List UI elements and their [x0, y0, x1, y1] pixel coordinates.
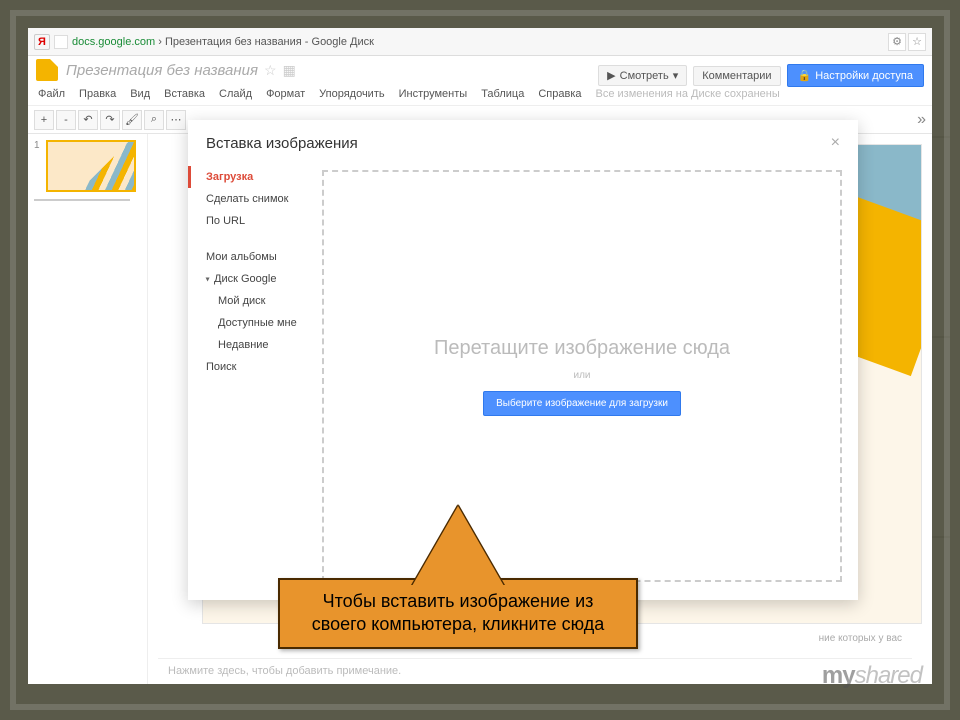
browser-window: Я docs.google.com › Презентация без назв…: [28, 28, 932, 684]
chevron-down-icon: ▾: [673, 69, 679, 82]
save-status: Все изменения на Диске сохранены: [596, 88, 780, 100]
paint-format-button[interactable]: 🖌: [122, 110, 142, 130]
play-icon: ▶: [607, 69, 615, 82]
menu-arrange[interactable]: Упорядочить: [319, 88, 384, 100]
menu-insert[interactable]: Вставка: [164, 88, 205, 100]
share-button[interactable]: 🔒 Настройки доступа: [787, 64, 924, 87]
url-separator: ›: [155, 36, 165, 48]
slide-thumbnails-panel: 1: [28, 134, 148, 684]
menu-table[interactable]: Таблица: [481, 88, 524, 100]
bookmark-star-icon[interactable]: ☆: [908, 33, 926, 51]
share-label: Настройки доступа: [815, 70, 913, 82]
dropzone-text: Перетащите изображение сюда: [434, 337, 730, 360]
menu-edit[interactable]: Правка: [79, 88, 116, 100]
choose-file-button[interactable]: Выберите изображение для загрузки: [483, 391, 681, 416]
close-icon[interactable]: ×: [831, 134, 840, 152]
lock-icon: 🔒: [798, 69, 812, 82]
presentation-frame: Я docs.google.com › Презентация без назв…: [10, 10, 950, 710]
slides-logo-icon[interactable]: [36, 59, 58, 81]
nav-my-drive[interactable]: Мой диск: [188, 290, 318, 312]
more-tools-button[interactable]: ⋯: [166, 110, 186, 130]
dropzone-or: или: [573, 370, 590, 381]
zoom-button[interactable]: ⌕: [144, 110, 164, 130]
extension-icon[interactable]: ⚙: [888, 33, 906, 51]
url-title: Презентация без названия - Google Диск: [165, 36, 374, 48]
thumbnail-underline: [34, 199, 130, 201]
yandex-logo-icon[interactable]: Я: [34, 34, 50, 50]
present-button[interactable]: ▶ Смотреть ▾: [598, 65, 687, 86]
slide-number: 1: [34, 140, 40, 151]
nav-drive[interactable]: Диск Google: [188, 268, 318, 290]
watermark-bold: my: [822, 662, 855, 689]
callout-arrow-icon: [412, 506, 504, 586]
menu-view[interactable]: Вид: [130, 88, 150, 100]
document-title[interactable]: Презентация без названия: [66, 62, 258, 79]
collapse-toolbar-icon[interactable]: »: [917, 111, 926, 129]
site-favicon-icon: [54, 35, 68, 49]
menu-tools[interactable]: Инструменты: [399, 88, 468, 100]
folder-icon[interactable]: ▦: [283, 62, 296, 79]
side-hint-text: ние которых у вас: [819, 633, 902, 644]
dialog-header: Вставка изображения ×: [188, 120, 858, 162]
present-label: Смотреть: [620, 70, 669, 82]
undo-button[interactable]: ↶: [78, 110, 98, 130]
browser-omnibox: Я docs.google.com › Презентация без назв…: [28, 28, 932, 56]
nav-shared[interactable]: Доступные мне: [188, 312, 318, 334]
tutorial-callout: Чтобы вставить изображение из своего ком…: [278, 498, 638, 649]
menu-slide[interactable]: Слайд: [219, 88, 252, 100]
menu-help[interactable]: Справка: [538, 88, 581, 100]
watermark-light: shared: [855, 662, 922, 689]
new-slide-dropdown[interactable]: -: [56, 110, 76, 130]
speaker-notes[interactable]: Нажмите здесь, чтобы добавить примечание…: [158, 658, 912, 688]
nav-recent[interactable]: Недавние: [188, 334, 318, 356]
address-bar[interactable]: docs.google.com › Презентация без назван…: [72, 36, 888, 48]
comments-button[interactable]: Комментарии: [693, 66, 780, 86]
slide-thumbnail[interactable]: [46, 140, 136, 192]
nav-upload[interactable]: Загрузка: [188, 166, 318, 188]
menubar: Файл Правка Вид Вставка Слайд Формат Упо…: [28, 82, 932, 106]
callout-text: Чтобы вставить изображение из своего ком…: [278, 578, 638, 649]
nav-url[interactable]: По URL: [188, 210, 318, 232]
nav-snapshot[interactable]: Сделать снимок: [188, 188, 318, 210]
dialog-title: Вставка изображения: [206, 135, 358, 152]
omnibox-right-icons: ⚙ ☆: [888, 33, 926, 51]
header-actions: ▶ Смотреть ▾ Комментарии 🔒 Настройки дос…: [598, 64, 924, 87]
menu-file[interactable]: Файл: [38, 88, 65, 100]
url-host: docs.google.com: [72, 36, 155, 48]
nav-albums[interactable]: Мои альбомы: [188, 246, 318, 268]
redo-button[interactable]: ↷: [100, 110, 120, 130]
new-slide-button[interactable]: +: [34, 110, 54, 130]
nav-search[interactable]: Поиск: [188, 356, 318, 378]
watermark: myshared: [822, 662, 922, 690]
star-icon[interactable]: ☆: [264, 62, 277, 79]
menu-format[interactable]: Формат: [266, 88, 305, 100]
